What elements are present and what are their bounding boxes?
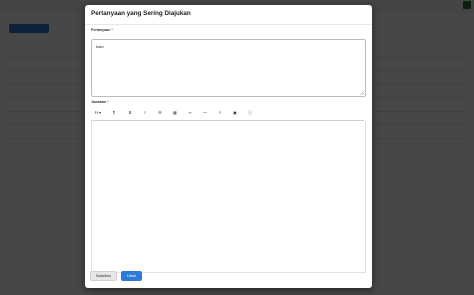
question-label-text: Pertanyaan: [91, 28, 111, 32]
align-icon[interactable]: ≡: [215, 108, 225, 117]
bold-icon[interactable]: B: [125, 108, 135, 117]
link-icon[interactable]: ∞: [185, 108, 195, 117]
answer-editor[interactable]: [91, 121, 366, 273]
faq-modal: Pertanyaan yang Sering Diajukan Pertanya…: [85, 5, 372, 288]
modal-title: Pertanyaan yang Sering Diajukan: [91, 10, 191, 17]
modal-header: Pertanyaan yang Sering Diajukan: [85, 5, 372, 25]
info-icon[interactable]: ⓘ: [245, 108, 255, 117]
table-icon[interactable]: ▦: [170, 108, 180, 117]
horizontal-rule-icon[interactable]: —: [200, 108, 210, 117]
editor-toolbar: H ▾ ¶ B I ☰ ▦ ∞ — ≡ ▣ ⓘ: [91, 106, 364, 121]
image-icon[interactable]: ▣: [230, 108, 240, 117]
list-icon[interactable]: ☰: [155, 108, 165, 117]
paragraph-icon[interactable]: ¶: [109, 108, 119, 117]
cancel-button[interactable]: Batalkan: [90, 271, 117, 281]
required-mark: *: [107, 100, 109, 104]
question-label: Pertanyaan *: [91, 28, 113, 32]
resize-grip-icon[interactable]: [360, 91, 364, 95]
question-value: halo: [96, 44, 104, 49]
heading-dropdown[interactable]: H ▾: [93, 108, 103, 117]
save-button[interactable]: Ubah: [121, 271, 142, 281]
question-textarea[interactable]: halo: [91, 39, 366, 97]
required-mark: *: [111, 28, 113, 32]
answer-label: Jawaban *: [91, 100, 109, 104]
italic-icon[interactable]: I: [140, 108, 150, 117]
answer-label-text: Jawaban: [91, 100, 107, 104]
